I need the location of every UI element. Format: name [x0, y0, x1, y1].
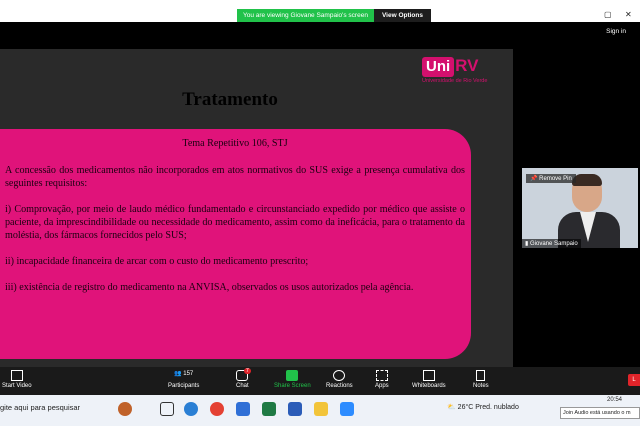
- view-options-button[interactable]: View Options: [373, 9, 431, 22]
- mail-icon[interactable]: [236, 402, 250, 416]
- viewing-text: You are viewing Giovane Sampaio's screen: [237, 9, 374, 22]
- person-hair: [572, 174, 602, 186]
- slide-title: Tratamento: [182, 89, 278, 110]
- zoom-icon[interactable]: [340, 402, 354, 416]
- participant-name: ▮ Giovane Sampaio: [522, 239, 581, 248]
- video-camera-icon: [10, 370, 23, 381]
- word-icon[interactable]: [288, 402, 302, 416]
- pin-icon: 📌: [530, 176, 538, 182]
- whiteboards-button[interactable]: Whiteboards: [412, 370, 446, 389]
- sign-in-link[interactable]: Sign in: [606, 28, 626, 35]
- signal-icon: ▮: [525, 241, 529, 247]
- notes-icon: [476, 370, 486, 381]
- file-explorer-icon[interactable]: [314, 402, 328, 416]
- unirv-logo: Uni RV Universidade de Rio Verde: [422, 56, 488, 84]
- taskbar-search[interactable]: gite aqui para pesquisar: [0, 403, 80, 412]
- reactions-button[interactable]: Reactions: [326, 370, 353, 389]
- close-icon[interactable]: ✕: [625, 10, 632, 19]
- start-video-button[interactable]: Start Video: [2, 370, 32, 389]
- shared-screen: Uni RV Universidade de Rio Verde Tratamen…: [0, 49, 513, 367]
- box-heading: Tema Repetitivo 106, STJ: [182, 138, 288, 149]
- meeting-toolbar: Start Video 👥 157 Participants 7 Chat Sh…: [0, 367, 640, 395]
- paragraph: A concessão dos medicamentos não incorpo…: [5, 165, 465, 189]
- chat-button[interactable]: 7 Chat: [236, 368, 251, 389]
- reactions-icon: [333, 370, 346, 381]
- weather-widget: ⛅ 26°C Pred. nublado: [447, 404, 519, 411]
- apps-button[interactable]: Apps: [375, 370, 389, 389]
- participants-icon: 👥 157: [174, 371, 194, 377]
- viewing-banner: You are viewing Giovane Sampaio's screen…: [237, 9, 431, 22]
- content-box: Tema Repetitivo 106, STJ A concessão dos…: [0, 129, 471, 359]
- participants-button[interactable]: 👥 157 Participants: [168, 370, 199, 389]
- notes-button[interactable]: Notes: [473, 370, 489, 389]
- chat-badge: 7: [244, 368, 251, 374]
- restore-icon[interactable]: ▢: [604, 10, 612, 19]
- windows-taskbar: gite aqui para pesquisar ⛅ 26°C Pred. nu…: [0, 395, 640, 426]
- remove-pin-button[interactable]: 📌 Remove Pin: [526, 174, 576, 183]
- leave-button[interactable]: L: [628, 374, 640, 386]
- edge-icon[interactable]: [184, 402, 198, 416]
- audio-toast: Join Audio está usando o m: [560, 407, 640, 419]
- news-icon[interactable]: [118, 402, 132, 416]
- participant-video-tile[interactable]: 📌 Remove Pin ▮ Giovane Sampaio: [522, 168, 638, 248]
- excel-icon[interactable]: [262, 402, 276, 416]
- share-screen-icon: [286, 370, 299, 381]
- window-titlebar: You are viewing Giovane Sampaio's screen…: [0, 0, 640, 22]
- paragraph: iii) existência de registro do medicamen…: [5, 282, 414, 293]
- task-view-icon[interactable]: [160, 402, 174, 416]
- paragraph: i) Comprovação, por meio de laudo médico…: [5, 204, 465, 241]
- logo-subtitle: Universidade de Rio Verde: [422, 78, 488, 84]
- share-screen-button[interactable]: Share Screen: [274, 370, 311, 389]
- chrome-icon[interactable]: [210, 402, 224, 416]
- whiteboard-icon: [422, 370, 435, 381]
- apps-icon: [375, 370, 388, 381]
- cloud-icon: ⛅: [447, 404, 456, 411]
- taskbar-clock: 20:54: [607, 397, 623, 403]
- paragraph: ii) incapacidade financeira de arcar com…: [5, 256, 309, 267]
